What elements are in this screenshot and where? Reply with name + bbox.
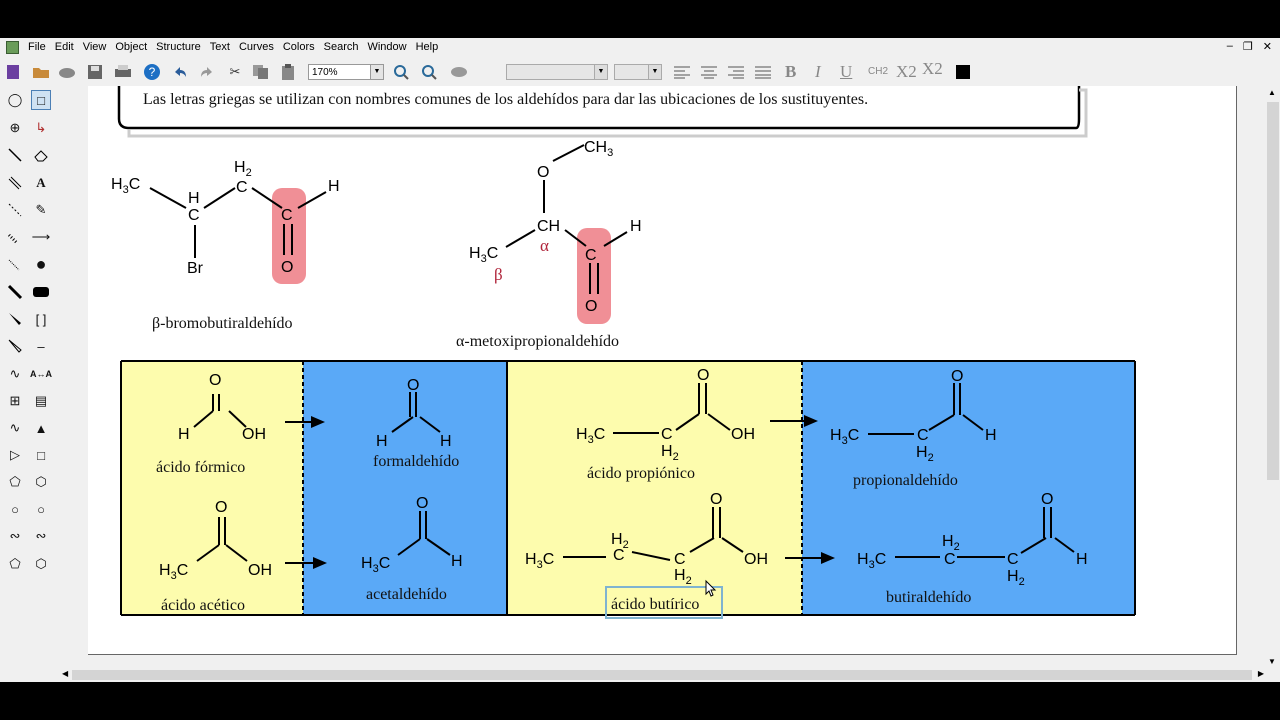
svg-text:C: C xyxy=(674,551,686,568)
propionic-acid-label: ácido propiónico xyxy=(587,465,695,482)
svg-text:C: C xyxy=(236,179,248,196)
formaldehyde-label: formaldehído xyxy=(373,453,459,470)
svg-text:O: O xyxy=(951,368,963,385)
svg-text:O: O xyxy=(416,495,428,512)
svg-text:O: O xyxy=(537,164,549,181)
beta-label: β xyxy=(494,265,503,284)
svg-text:H: H xyxy=(451,553,463,570)
svg-text:O: O xyxy=(215,499,227,516)
butyric-acid-label[interactable]: ácido butírico xyxy=(611,596,699,613)
svg-text:OH: OH xyxy=(242,426,266,443)
alpha-methoxypropionaldehyde-structure[interactable]: CH3 O CH H3C C H O α β α-metoxipropional… xyxy=(456,139,642,350)
svg-text:C: C xyxy=(661,426,673,443)
svg-text:H: H xyxy=(328,178,340,195)
svg-text:C: C xyxy=(281,207,293,224)
note-box[interactable]: Las letras griegas se utilizan con nombr… xyxy=(117,86,1088,138)
svg-text:H: H xyxy=(630,218,642,235)
svg-text:O: O xyxy=(1041,491,1053,508)
svg-text:O: O xyxy=(710,491,722,508)
beta-bromobutyraldehyde-name: β-bromobutiraldehído xyxy=(152,315,293,332)
svg-text:CH: CH xyxy=(537,218,560,235)
svg-text:O: O xyxy=(407,377,419,394)
svg-text:C: C xyxy=(585,247,597,264)
right-aldehyde-panel xyxy=(802,361,1135,615)
svg-text:C: C xyxy=(944,551,956,568)
svg-text:O: O xyxy=(697,367,709,384)
drawing-canvas: Las letras griegas se utilizan con nombr… xyxy=(111,86,1136,619)
svg-text:OH: OH xyxy=(248,562,272,579)
acid-aldehyde-table: O H OH ácido fórmico O H3C OH ácido acét… xyxy=(120,360,1136,619)
svg-text:C: C xyxy=(613,547,625,564)
svg-text:C: C xyxy=(917,427,929,444)
svg-text:H: H xyxy=(440,433,452,450)
svg-text:H: H xyxy=(178,426,190,443)
svg-text:H: H xyxy=(1076,551,1088,568)
note-text: Las letras griegas se utilizan con nombr… xyxy=(143,91,868,108)
butyraldehyde-label: butiraldehído xyxy=(886,589,971,606)
svg-text:O: O xyxy=(585,298,597,315)
alpha-label: α xyxy=(540,236,549,255)
left-aldehyde-panel xyxy=(303,361,507,615)
beta-bromobutyraldehyde-structure[interactable]: H3C H C H2 C C H Br O β-bromobutiraldehí… xyxy=(111,159,340,332)
svg-text:C: C xyxy=(1007,551,1019,568)
svg-text:O: O xyxy=(209,372,221,389)
svg-text:H2: H2 xyxy=(234,159,252,179)
acetic-acid-label: ácido acético xyxy=(161,597,245,614)
right-acid-panel xyxy=(507,361,802,615)
svg-text:H: H xyxy=(985,427,997,444)
svg-text:H: H xyxy=(376,433,388,450)
svg-text:CH3: CH3 xyxy=(584,139,613,159)
alpha-methoxypropionaldehyde-name: α-metoxipropionaldehído xyxy=(456,333,619,350)
svg-text:OH: OH xyxy=(744,551,768,568)
svg-text:C: C xyxy=(188,207,200,224)
acetaldehyde-label: acetaldehído xyxy=(366,586,447,603)
svg-text:H3C: H3C xyxy=(469,245,498,265)
svg-text:Br: Br xyxy=(187,260,204,277)
svg-text:H: H xyxy=(188,190,200,207)
propionaldehyde-label: propionaldehído xyxy=(853,472,958,489)
svg-text:H3C: H3C xyxy=(111,176,140,196)
svg-text:OH: OH xyxy=(731,426,755,443)
formic-acid-label: ácido fórmico xyxy=(156,459,245,476)
svg-text:O: O xyxy=(281,259,293,276)
